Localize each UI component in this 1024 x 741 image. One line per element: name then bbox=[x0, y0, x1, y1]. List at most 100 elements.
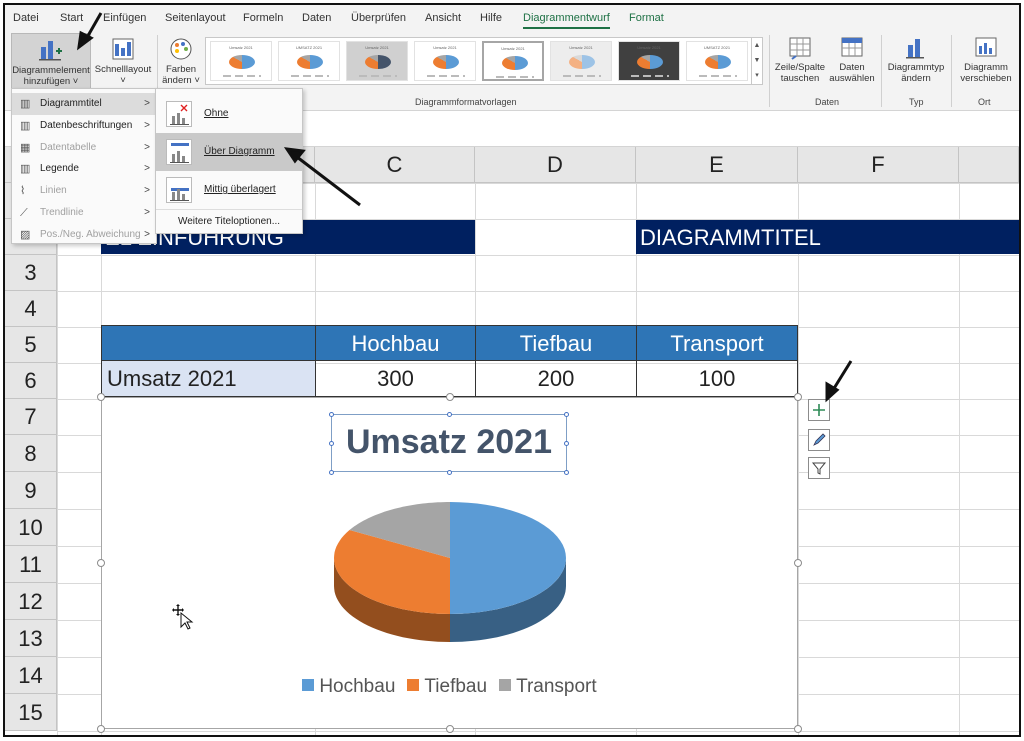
chart-style-thumb[interactable]: Umsatz 2021 bbox=[550, 41, 612, 81]
chart-style-thumb[interactable]: Umsatz 2021 bbox=[482, 41, 544, 81]
row-header-14[interactable]: 14 bbox=[5, 657, 57, 694]
column-header-f[interactable]: F bbox=[798, 147, 959, 183]
legend-item-tiefbau[interactable]: Tiefbau bbox=[407, 676, 487, 698]
menu-item-icon: ▦ bbox=[20, 141, 31, 154]
title-option-icon bbox=[166, 139, 192, 165]
menu-item-label: Legende bbox=[40, 163, 79, 175]
change-colors-button[interactable]: Farben ändern ˅ bbox=[161, 33, 201, 89]
table-header-cell[interactable]: Transport bbox=[636, 325, 798, 361]
chart-style-gallery[interactable]: Umsatz 2021 UMSATZ 2021 Umsatz 2021 Umsatz … bbox=[205, 37, 761, 85]
row-header-4[interactable]: 4 bbox=[5, 291, 57, 327]
change-chart-type-label-1: Diagrammtyp bbox=[887, 62, 945, 73]
column-header-g[interactable] bbox=[959, 147, 1019, 183]
table-value-cell[interactable]: 100 bbox=[636, 360, 798, 397]
change-chart-type-button[interactable]: Diagrammtyp ändern bbox=[885, 33, 947, 91]
table-header-cell[interactable]: Tiefbau bbox=[475, 325, 637, 361]
row-header-9[interactable]: 9 bbox=[5, 472, 57, 509]
thumb-title: Umsatz 2021 bbox=[569, 45, 593, 50]
menu-item-label: Linien bbox=[40, 185, 67, 197]
tab-4[interactable]: Formeln bbox=[243, 12, 283, 24]
menu-item-icon: ⟋ bbox=[20, 207, 28, 219]
add-chart-element-label-1: Diagrammelement bbox=[12, 65, 90, 76]
menu-item-1[interactable]: ▥ Datenbeschriftungen > bbox=[12, 115, 156, 137]
menu-item-0[interactable]: ▥ Diagrammtitel > bbox=[12, 93, 156, 115]
tab-3[interactable]: Seitenlayout bbox=[165, 12, 226, 24]
switch-row-column-button[interactable]: Zeile/Spalte tauschen bbox=[773, 33, 827, 91]
tab-8[interactable]: Hilfe bbox=[480, 12, 502, 24]
legend-item-transport[interactable]: Transport bbox=[499, 676, 597, 698]
tab-5[interactable]: Daten bbox=[302, 12, 331, 24]
title-option-0[interactable]: Ohne bbox=[156, 95, 302, 133]
chart-style-thumb[interactable]: Umsatz 2021 bbox=[414, 41, 476, 81]
menu-item-3[interactable]: ▥ Legende > bbox=[12, 158, 156, 180]
column-header-c[interactable]: C bbox=[315, 147, 475, 183]
chart-filter-button[interactable] bbox=[808, 457, 830, 479]
chart-style-thumb[interactable]: Umsatz 2021 bbox=[618, 41, 680, 81]
row-header-6[interactable]: 6 bbox=[5, 363, 57, 399]
column-header-e[interactable]: E bbox=[636, 147, 798, 183]
tab-0[interactable]: Datei bbox=[13, 12, 39, 24]
tab-2[interactable]: Einfügen bbox=[103, 12, 146, 24]
table-value-cell[interactable]: 300 bbox=[315, 360, 476, 397]
table-value-cell[interactable]: 200 bbox=[475, 360, 637, 397]
menu-item-6: ▨ Pos./Neg. Abweichung > bbox=[12, 224, 156, 246]
row-header-8[interactable]: 8 bbox=[5, 435, 57, 472]
gallery-scroll[interactable]: ▲ ▼ ▾ bbox=[751, 37, 763, 85]
menu-item-label: Datenbeschriftungen bbox=[40, 119, 133, 131]
legend-item-hochbau[interactable]: Hochbau bbox=[302, 676, 395, 698]
row-header-10[interactable]: 10 bbox=[5, 509, 57, 546]
add-chart-element-button[interactable]: Diagrammelement hinzufügen ˅ bbox=[11, 33, 91, 89]
chart-style-thumb[interactable]: UMSATZ 2021 bbox=[686, 41, 748, 81]
ribbon-separator bbox=[769, 35, 770, 107]
title-option-1[interactable]: Über Diagramm bbox=[156, 133, 302, 171]
chart-style-thumb[interactable]: Umsatz 2021 bbox=[210, 41, 272, 81]
table-row-label[interactable]: Umsatz 2021 bbox=[101, 360, 316, 397]
row-header-3[interactable]: 3 bbox=[5, 255, 57, 291]
submenu-arrow-icon: > bbox=[144, 163, 150, 175]
styles-group-label: Diagrammformatvorlagen bbox=[415, 97, 517, 107]
move-cursor-icon bbox=[172, 604, 194, 630]
chart-area[interactable]: Umsatz 2021 Hochbau Tiefbau Transport bbox=[97, 393, 802, 733]
column-header-d[interactable]: D bbox=[475, 147, 636, 183]
tab-7[interactable]: Ansicht bbox=[425, 12, 461, 24]
table-corner-cell[interactable] bbox=[101, 325, 316, 361]
chart-plus-button[interactable] bbox=[808, 399, 830, 421]
select-data-label-1: Daten bbox=[839, 62, 865, 73]
table-header-cell[interactable]: Hochbau bbox=[315, 325, 476, 361]
quick-layout-button[interactable]: Schnelllayout ˅ bbox=[93, 33, 153, 89]
select-data-button[interactable]: Daten auswählen bbox=[827, 33, 877, 91]
quick-layout-icon bbox=[112, 38, 134, 60]
data-group-label: Daten bbox=[815, 97, 840, 107]
tab-10[interactable]: Format bbox=[629, 12, 664, 24]
chart-legend[interactable]: Hochbau Tiefbau Transport bbox=[102, 676, 797, 698]
chart-type-icon bbox=[906, 39, 924, 59]
submenu-arrow-icon: > bbox=[144, 228, 150, 240]
thumb-pie bbox=[365, 55, 391, 69]
tab-6[interactable]: Überprüfen bbox=[351, 12, 406, 24]
more-title-options-link[interactable]: Weitere Titeloptionen... bbox=[156, 209, 302, 227]
plus-icon bbox=[811, 402, 827, 423]
row-header-12[interactable]: 12 bbox=[5, 583, 57, 620]
row-header-15[interactable]: 15 bbox=[5, 694, 57, 731]
move-chart-label-2: verschieben bbox=[960, 73, 1012, 84]
thumb-title: Umsatz 2021 bbox=[433, 45, 457, 50]
thumb-title: UMSATZ 2021 bbox=[703, 45, 731, 50]
move-chart-button[interactable]: Diagramm verschieben bbox=[955, 33, 1017, 91]
row-header-7[interactable]: 7 bbox=[5, 399, 57, 435]
submenu-arrow-icon: > bbox=[144, 98, 150, 109]
menu-item-label: Pos./Neg. Abweichung bbox=[40, 228, 141, 240]
legend-swatch bbox=[499, 679, 512, 691]
thumb-legend bbox=[427, 75, 465, 77]
row-header-5[interactable]: 5 bbox=[5, 327, 57, 363]
chart-brush-button[interactable] bbox=[808, 429, 830, 451]
tab-9[interactable]: Diagrammentwurf bbox=[523, 12, 610, 29]
row-header-11[interactable]: 11 bbox=[5, 546, 57, 583]
menu-item-icon: ▥ bbox=[20, 119, 31, 132]
chart-style-thumb[interactable]: UMSATZ 2021 bbox=[278, 41, 340, 81]
title-option-2[interactable]: Mittig überlagert bbox=[156, 171, 302, 209]
chart-title-submenu: Ohne Über Diagramm Mittig überlagert Weiter… bbox=[155, 88, 303, 234]
row-header-13[interactable]: 13 bbox=[5, 620, 57, 657]
palette-icon bbox=[170, 38, 192, 60]
chart-style-thumb[interactable]: Umsatz 2021 bbox=[346, 41, 408, 81]
tab-1[interactable]: Start bbox=[60, 12, 83, 24]
